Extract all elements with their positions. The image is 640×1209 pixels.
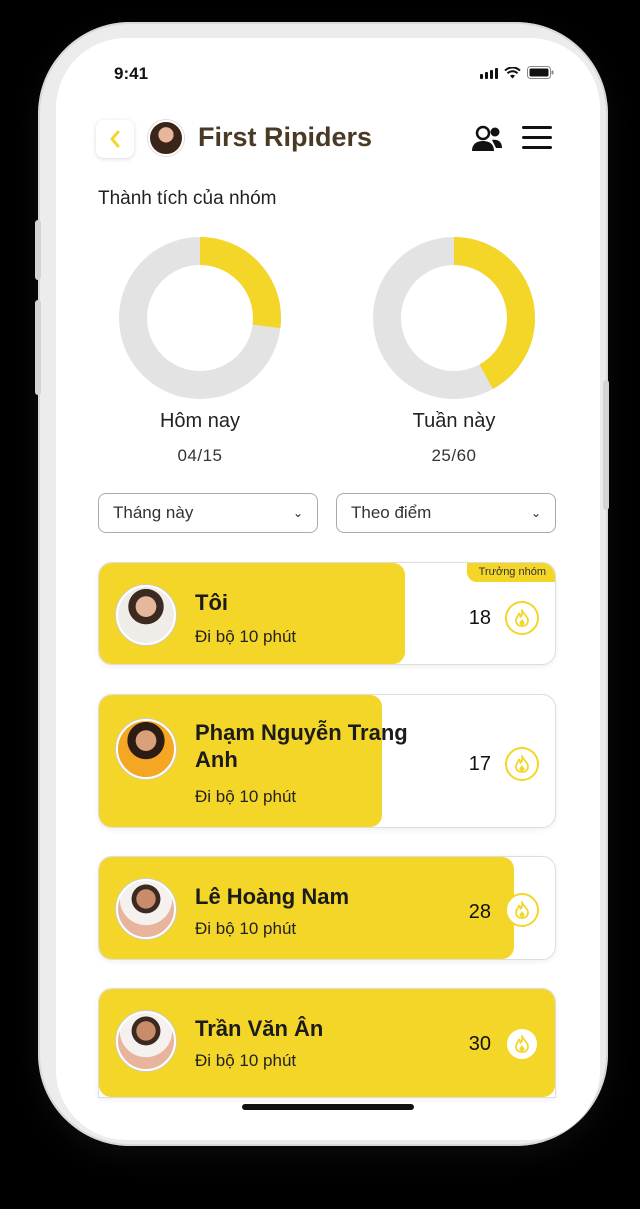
sort-select-value: Theo điểm — [351, 503, 432, 522]
app-screen: 9:41 First Ripiders Thành tích của nhóm — [56, 38, 600, 1140]
member-activity: Đi bộ 10 phút — [195, 1051, 297, 1070]
flame-icon — [505, 747, 539, 781]
members-icon[interactable] — [470, 124, 504, 154]
menu-icon — [522, 126, 552, 129]
section-title: Thành tích của nhóm — [98, 188, 277, 209]
today-donut-chart — [119, 237, 281, 399]
flame-icon — [505, 1027, 539, 1061]
leader-badge: Trưởng nhóm — [466, 563, 555, 582]
week-label: Tuần này — [412, 410, 496, 432]
phone-side-button — [35, 220, 41, 280]
week-donut-chart — [373, 237, 535, 399]
today-label: Hôm nay — [159, 410, 241, 432]
member-score: 30 — [468, 1033, 491, 1055]
signal-icon — [480, 68, 498, 79]
sort-select[interactable]: Theo điểm ⌄ — [336, 493, 556, 533]
chevron-left-icon — [110, 130, 120, 148]
member-card[interactable]: Phạm Nguyễn Trang Anh Đi bộ 10 phút 17 — [98, 694, 556, 828]
member-card[interactable]: Trưởng nhóm Tôi Đi bộ 10 phút 18 — [98, 562, 556, 665]
status-icons — [480, 66, 554, 79]
page-title: First Ripiders — [198, 122, 373, 152]
avatar — [116, 1011, 176, 1071]
member-score: 17 — [468, 753, 491, 775]
status-time: 9:41 — [114, 64, 149, 83]
member-name: Phạm Nguyễn Trang Anh — [195, 720, 408, 772]
member-card[interactable]: Lê Hoàng Nam Đi bộ 10 phút 28 — [98, 856, 556, 960]
member-name: Lê Hoàng Nam — [195, 884, 350, 909]
chevron-down-icon: ⌄ — [292, 506, 303, 520]
phone-side-button — [35, 300, 41, 395]
member-activity: Đi bộ 10 phút — [195, 627, 297, 646]
member-activity: Đi bộ 10 phút — [195, 919, 297, 938]
member-activity: Đi bộ 10 phút — [195, 787, 297, 806]
member-name: Tôi — [195, 590, 228, 615]
period-select-value: Tháng này — [113, 503, 194, 522]
today-value: 04/15 — [177, 446, 223, 465]
battery-icon — [527, 66, 554, 79]
wifi-icon — [504, 67, 521, 79]
flame-icon — [505, 601, 539, 635]
group-avatar — [148, 120, 184, 156]
member-name: Trần Văn Ân — [195, 1016, 324, 1041]
week-value: 25/60 — [431, 446, 477, 465]
chevron-down-icon: ⌄ — [530, 506, 541, 520]
avatar — [116, 585, 176, 645]
period-select[interactable]: Tháng này ⌄ — [98, 493, 318, 533]
avatar — [116, 719, 176, 779]
home-indicator — [242, 1104, 414, 1110]
member-score: 28 — [468, 901, 491, 923]
member-card[interactable]: Trần Văn Ân Đi bộ 10 phút 30 — [98, 988, 556, 1098]
avatar — [116, 879, 176, 939]
back-button[interactable] — [96, 120, 134, 158]
member-score: 18 — [468, 607, 491, 629]
flame-icon — [505, 893, 539, 927]
phone-side-button — [603, 380, 609, 510]
menu-button[interactable] — [522, 126, 552, 152]
